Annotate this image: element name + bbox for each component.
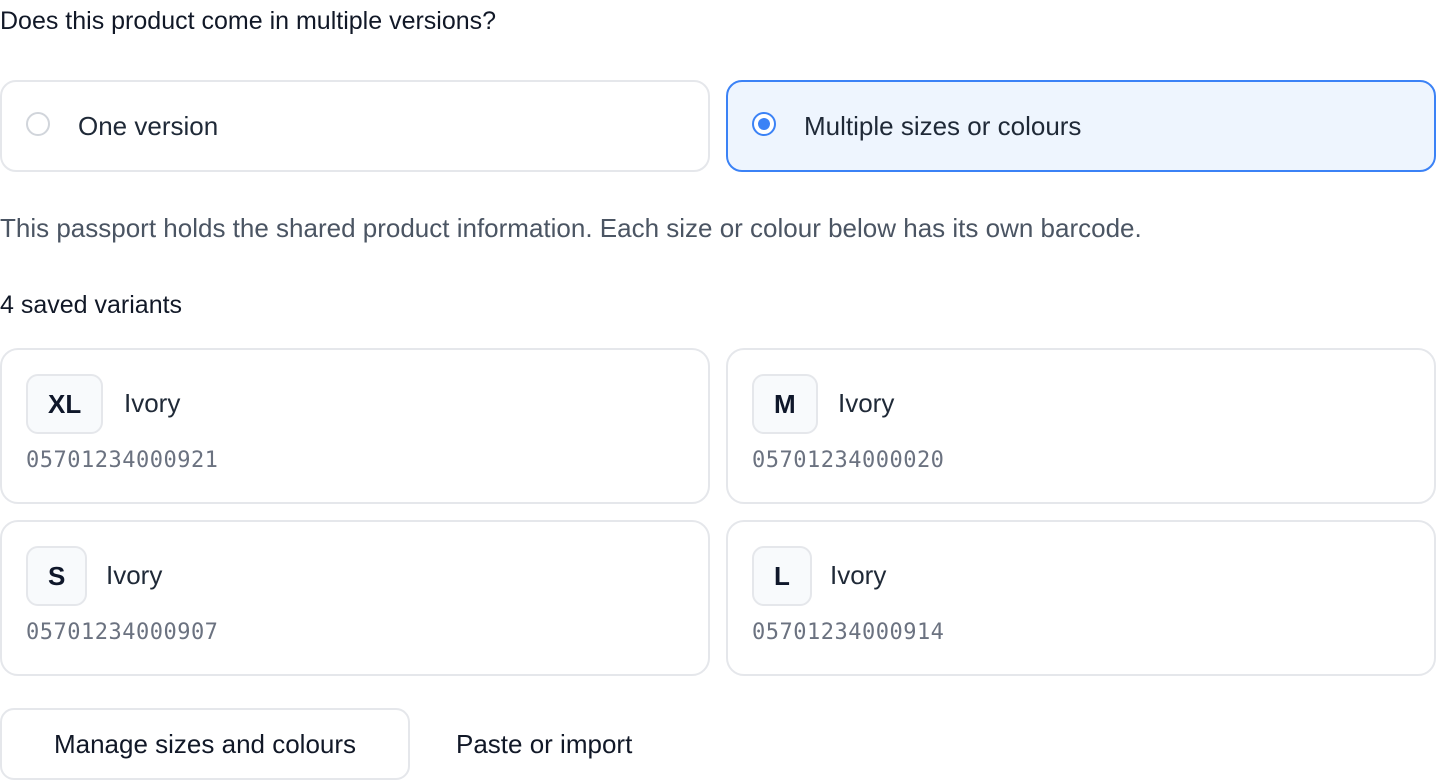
helper-text: This passport holds the shared product i… bbox=[0, 213, 1142, 243]
variants-count-heading: 4 saved variants bbox=[0, 291, 183, 319]
paste-import-button[interactable]: Paste or import bbox=[456, 708, 632, 780]
size-badge: M bbox=[752, 374, 818, 434]
variant-barcode: 05701234000921 bbox=[26, 448, 219, 473]
variant-barcode: 05701234000914 bbox=[752, 620, 945, 645]
variant-colour: Ivory bbox=[838, 388, 895, 418]
variant-card[interactable]: XL Ivory 05701234000921 bbox=[0, 348, 710, 504]
variant-card[interactable]: M Ivory 05701234000020 bbox=[726, 348, 1436, 504]
variant-card[interactable]: S Ivory 05701234000907 bbox=[0, 520, 710, 676]
variant-barcode: 05701234000020 bbox=[752, 448, 945, 473]
variant-colour: Ivory bbox=[830, 560, 887, 590]
variant-colour: Ivory bbox=[106, 560, 163, 590]
size-badge: L bbox=[752, 546, 812, 606]
size-badge: XL bbox=[26, 374, 104, 434]
option-label: One version bbox=[78, 111, 219, 141]
variant-barcode: 05701234000907 bbox=[26, 620, 219, 645]
variant-colour: Ivory bbox=[124, 388, 181, 418]
option-multiple-versions[interactable]: Multiple sizes or colours bbox=[726, 80, 1436, 172]
question-heading: Does this product come in multiple versi… bbox=[0, 7, 497, 35]
option-label: Multiple sizes or colours bbox=[804, 111, 1082, 141]
manage-sizes-button[interactable]: Manage sizes and colours bbox=[0, 708, 410, 780]
radio-selected-icon[interactable] bbox=[752, 112, 776, 136]
variant-card[interactable]: L Ivory 05701234000914 bbox=[726, 520, 1436, 676]
option-one-version[interactable]: One version bbox=[0, 80, 710, 172]
size-badge: S bbox=[26, 546, 88, 606]
radio-unselected-icon[interactable] bbox=[26, 112, 50, 136]
